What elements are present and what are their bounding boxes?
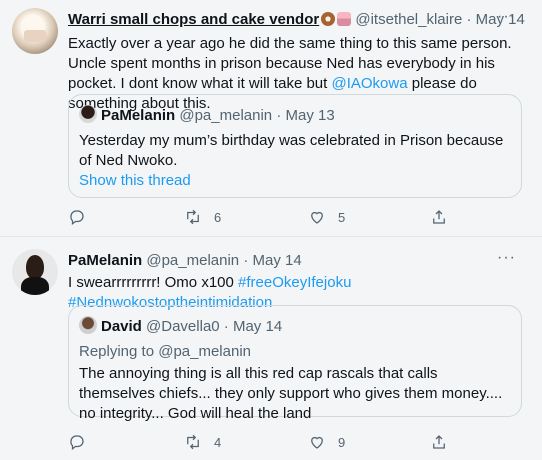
author-handle[interactable]: @itsethel_klaire	[355, 11, 462, 28]
quoted-tweet[interactable]: PaMelanin @pa_melanin · May 13 Yesterday…	[68, 94, 522, 198]
share-icon	[433, 435, 445, 449]
reply-icon	[70, 210, 84, 226]
tweet-actions: 4 9	[58, 433, 478, 453]
reply-button[interactable]	[68, 433, 98, 451]
donut-icon	[321, 12, 336, 26]
share-button[interactable]	[430, 208, 460, 226]
show-thread-link[interactable]: Show this thread	[79, 171, 511, 191]
timeline-feed: Warri small chops and cake vendor @itset…	[0, 0, 542, 460]
quote-avatar	[79, 105, 97, 123]
tweet[interactable]: Warri small chops and cake vendor @itset…	[0, 0, 542, 236]
tweet-header: Warri small chops and cake vendor @itset…	[68, 10, 525, 30]
author-handle[interactable]: @pa_melanin	[146, 252, 239, 269]
tweet-header: PaMelanin @pa_melanin · May 14	[68, 251, 302, 271]
like-button[interactable]: 5	[308, 208, 345, 226]
more-options-icon[interactable]: ···	[497, 249, 516, 267]
retweet-button[interactable]: 4	[184, 433, 221, 451]
avatar[interactable]	[12, 8, 58, 54]
mention-link[interactable]: @IAOkowa	[331, 75, 407, 92]
avatar[interactable]	[12, 249, 58, 295]
quote-text: The annoying thing is all this red cap r…	[79, 365, 503, 422]
like-count: 9	[338, 434, 346, 450]
quote-author-name: PaMelanin	[101, 107, 176, 124]
tweet-date[interactable]: May 14	[253, 252, 302, 269]
quote-text: Yesterday my mum’s birthday was celebrat…	[79, 132, 504, 169]
retweet-icon	[187, 209, 199, 225]
heart-icon	[311, 436, 323, 449]
retweet-count: 4	[214, 434, 222, 450]
separator-dot: ·	[466, 11, 472, 28]
separator-dot: ·	[276, 107, 282, 124]
reply-button[interactable]	[68, 208, 98, 226]
quote-header: David @Davella0 · May 14	[79, 316, 282, 337]
retweet-icon	[187, 434, 199, 450]
author-name[interactable]: Warri small chops and cake vendor	[68, 11, 319, 28]
tweet-text-part: I swearrrrrrrrr! Omo x100	[68, 274, 239, 291]
replying-to-handle: @pa_melanin	[158, 343, 252, 360]
quote-date: May 13	[285, 107, 335, 124]
quote-date: May 14	[232, 318, 283, 335]
quote-avatar	[79, 316, 97, 334]
quote-author-handle: @pa_melanin	[179, 107, 273, 124]
quote-author-handle: @Davella0	[146, 318, 220, 335]
tweet[interactable]: PaMelanin @pa_melanin · May 14 ··· I swe…	[0, 236, 542, 460]
cake-icon	[337, 12, 352, 26]
quote-author-name: David	[101, 318, 142, 335]
separator-dot: ·	[243, 252, 249, 269]
retweet-count: 6	[214, 209, 222, 225]
retweet-button[interactable]: 6	[184, 208, 221, 226]
reply-icon	[70, 435, 84, 451]
heart-icon	[311, 211, 323, 224]
replying-to: Replying to @pa_melanin	[79, 342, 251, 362]
share-button[interactable]	[430, 433, 460, 451]
like-button[interactable]: 9	[308, 433, 345, 451]
quoted-tweet[interactable]: David @Davella0 · May 14 Replying to @pa…	[68, 305, 522, 422]
hashtag-link[interactable]: #freeOkeyIfejoku	[238, 274, 351, 291]
tweet-actions: 6 5	[58, 208, 478, 228]
replying-to-label: Replying to	[79, 343, 159, 360]
like-count: 5	[338, 209, 346, 225]
separator-dot: ·	[223, 318, 229, 335]
more-options-icon[interactable]: ···	[497, 8, 516, 26]
quote-header: PaMelanin @pa_melanin · May 13	[79, 105, 335, 126]
author-name[interactable]: PaMelanin	[68, 252, 142, 269]
share-icon	[433, 210, 445, 224]
